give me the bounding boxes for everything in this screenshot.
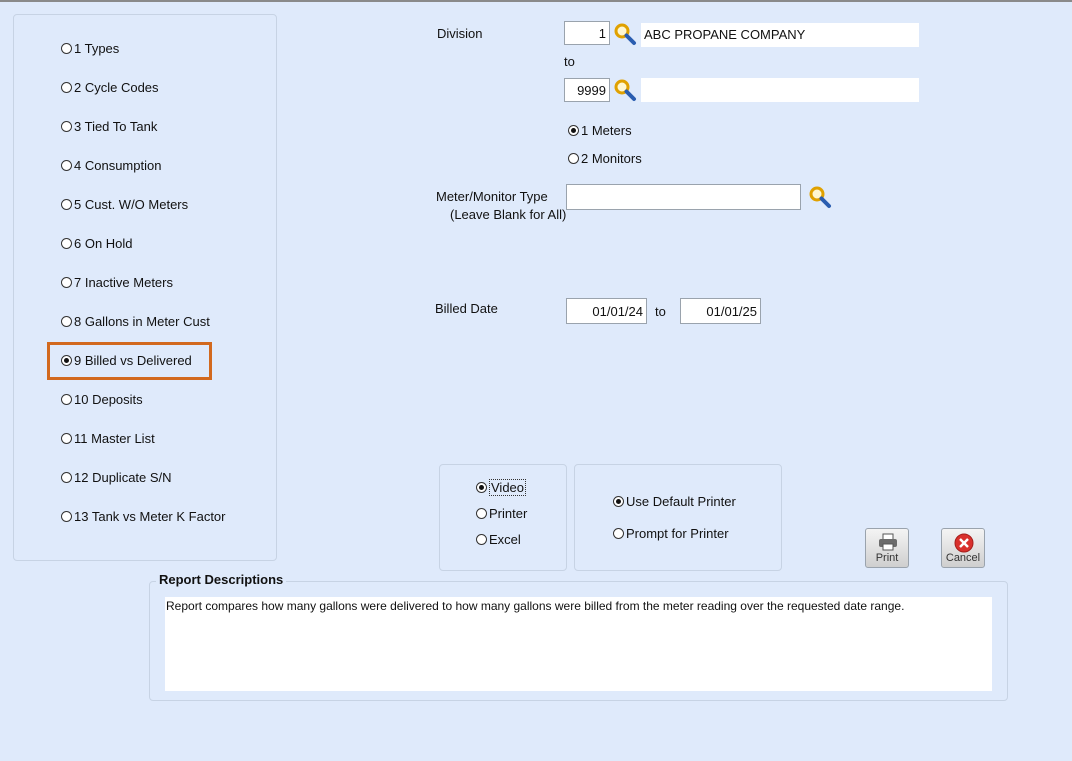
- meter-type-label: Meter/Monitor Type: [436, 189, 548, 204]
- report-type-label: 1 Types: [74, 40, 120, 56]
- report-type-radio[interactable]: [61, 510, 72, 522]
- report-type-5[interactable]: 5 Cust. W/O Meters: [61, 195, 188, 213]
- output-printer-radio[interactable]: [476, 507, 487, 519]
- meter-type-field[interactable]: [566, 184, 801, 210]
- report-type-11[interactable]: 11 Master List: [61, 429, 155, 447]
- division-to-field[interactable]: [564, 78, 610, 102]
- meter-type-hint: (Leave Blank for All): [450, 207, 567, 222]
- cancel-button-label: Cancel: [945, 552, 981, 564]
- printer-icon: [879, 533, 897, 551]
- output-printer-option[interactable]: Printer: [476, 504, 527, 522]
- meters-label: 1 Meters: [581, 122, 632, 138]
- report-type-label: 9 Billed vs Delivered: [74, 352, 192, 368]
- cancel-button[interactable]: Cancel: [941, 528, 985, 568]
- report-type-label: 2 Cycle Codes: [74, 79, 159, 95]
- report-type-4[interactable]: 4 Consumption: [61, 156, 161, 174]
- report-type-label: 8 Gallons in Meter Cust: [74, 313, 210, 329]
- division-from-name: ABC PROPANE COMPANY: [641, 23, 919, 47]
- report-type-2[interactable]: 2 Cycle Codes: [61, 78, 159, 96]
- use-default-printer-label: Use Default Printer: [626, 493, 736, 509]
- report-type-label: 5 Cust. W/O Meters: [74, 196, 189, 212]
- billed-date-label: Billed Date: [435, 301, 498, 316]
- report-type-label: 13 Tank vs Meter K Factor: [74, 508, 226, 524]
- output-excel-option[interactable]: Excel: [476, 530, 521, 548]
- report-type-9[interactable]: 9 Billed vs Delivered: [61, 351, 192, 369]
- report-type-12[interactable]: 12 Duplicate S/N: [61, 468, 172, 486]
- report-type-label: 11 Master List: [74, 430, 155, 446]
- billed-date-to-field[interactable]: [680, 298, 761, 324]
- cancel-icon: [954, 533, 974, 553]
- report-type-label: 4 Consumption: [74, 157, 162, 173]
- printer-option-panel: [574, 464, 782, 571]
- report-type-radio[interactable]: [61, 159, 72, 171]
- monitors-label: 2 Monitors: [581, 150, 642, 166]
- report-type-radio[interactable]: [61, 198, 72, 210]
- use-default-printer-option[interactable]: Use Default Printer: [613, 492, 736, 510]
- billed-date-from-field[interactable]: [566, 298, 647, 324]
- report-type-label: 12 Duplicate S/N: [74, 469, 172, 485]
- report-type-radio[interactable]: [61, 42, 72, 54]
- output-excel-radio[interactable]: [476, 533, 487, 545]
- output-video-option[interactable]: Video: [476, 478, 527, 496]
- report-type-radio[interactable]: [61, 354, 72, 366]
- report-type-13[interactable]: 13 Tank vs Meter K Factor: [61, 507, 226, 525]
- report-type-radio[interactable]: [61, 276, 72, 288]
- report-type-7[interactable]: 7 Inactive Meters: [61, 273, 173, 291]
- report-type-10[interactable]: 10 Deposits: [61, 390, 143, 408]
- report-type-radio[interactable]: [61, 237, 72, 249]
- report-description-title: Report Descriptions: [156, 572, 287, 587]
- report-type-radio[interactable]: [61, 120, 72, 132]
- division-to-lookup-icon[interactable]: [613, 78, 637, 102]
- division-from-field[interactable]: [564, 21, 610, 45]
- report-description-text: Report compares how many gallons were de…: [165, 597, 992, 691]
- division-label: Division: [437, 26, 483, 41]
- output-excel-label: Excel: [489, 531, 521, 547]
- meters-option[interactable]: 1 Meters: [568, 121, 632, 139]
- report-type-radio[interactable]: [61, 81, 72, 93]
- monitors-option[interactable]: 2 Monitors: [568, 149, 642, 167]
- division-to-name: [641, 78, 919, 102]
- report-type-label: 3 Tied To Tank: [74, 118, 158, 134]
- print-button-label: Print: [875, 552, 899, 564]
- report-type-label: 10 Deposits: [74, 391, 143, 407]
- report-type-radio[interactable]: [61, 315, 72, 327]
- report-type-1[interactable]: 1 Types: [61, 39, 119, 57]
- report-type-radio[interactable]: [61, 393, 72, 405]
- report-type-8[interactable]: 8 Gallons in Meter Cust: [61, 312, 210, 330]
- output-printer-label: Printer: [489, 505, 528, 521]
- report-type-radio[interactable]: [61, 471, 72, 483]
- prompt-for-printer-label: Prompt for Printer: [626, 525, 729, 541]
- report-type-label: 6 On Hold: [74, 235, 133, 251]
- output-video-radio[interactable]: [476, 481, 487, 493]
- use-default-printer-radio[interactable]: [613, 495, 624, 507]
- division-to-label: to: [564, 54, 575, 69]
- meter-type-lookup-icon[interactable]: [808, 185, 832, 209]
- report-type-3[interactable]: 3 Tied To Tank: [61, 117, 157, 135]
- division-from-lookup-icon[interactable]: [613, 22, 637, 46]
- prompt-for-printer-option[interactable]: Prompt for Printer: [613, 524, 729, 542]
- prompt-for-printer-radio[interactable]: [613, 527, 624, 539]
- print-button[interactable]: Print: [865, 528, 909, 568]
- report-type-radio[interactable]: [61, 432, 72, 444]
- billed-date-to-label: to: [655, 304, 666, 319]
- meters-radio[interactable]: [568, 124, 579, 136]
- output-video-label: Video: [489, 478, 527, 496]
- report-type-6[interactable]: 6 On Hold: [61, 234, 133, 252]
- monitors-radio[interactable]: [568, 152, 579, 164]
- report-type-label: 7 Inactive Meters: [74, 274, 173, 290]
